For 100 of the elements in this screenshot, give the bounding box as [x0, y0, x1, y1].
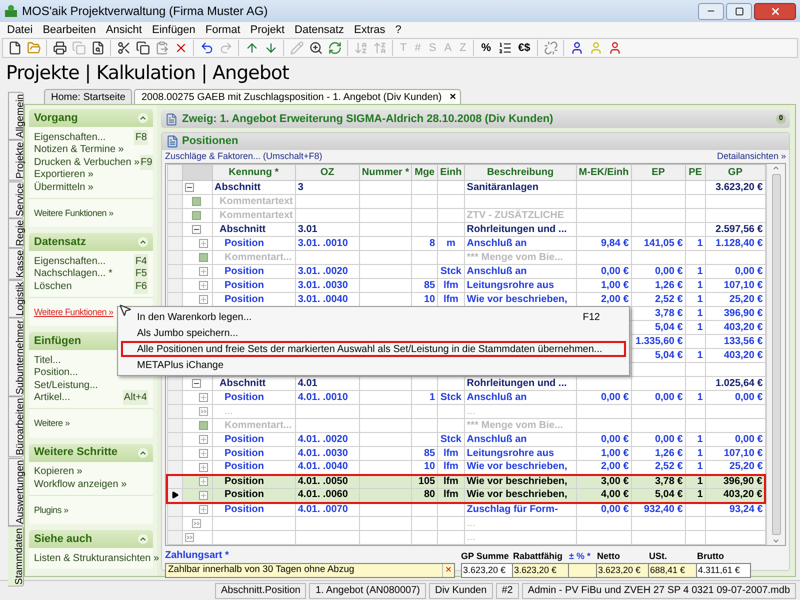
menu-item[interactable]: Einfügen [146, 22, 200, 38]
context-menu-item[interactable]: METAPlus iChange [121, 357, 626, 373]
maximize-button[interactable] [726, 2, 752, 20]
panel-header[interactable]: Weitere Schritte [29, 444, 153, 462]
sidebar-link[interactable]: Löschen [34, 278, 72, 294]
close-button[interactable] [754, 2, 796, 20]
table-row[interactable]: Abschnitt 3 Sanitäranlagen 3.623,20 € [167, 180, 766, 194]
table-row[interactable]: Position 4.01. .0010 1 Stck Anschluß an 0,00 € 0,00 € 1 0,00 € [167, 390, 766, 404]
collapse-icon[interactable] [192, 379, 200, 388]
side-tab[interactable]: Allgemein [8, 92, 24, 140]
sidebar-link[interactable]: Übermitteln » [34, 180, 94, 195]
table-cell: Sanitäranlagen [466, 182, 538, 192]
table-cell: Stck [440, 434, 462, 444]
panel-title: Datensatz [34, 234, 86, 250]
menu-item[interactable]: Datei [2, 22, 38, 38]
sidebar-link[interactable]: Notizen & Termine » [34, 142, 124, 158]
side-tab[interactable]: Projekte [8, 140, 24, 181]
menu-item[interactable]: Ansicht [100, 22, 147, 38]
positions-icon [166, 134, 179, 148]
column-header[interactable]: Kennung * [212, 164, 296, 180]
sidebar-link[interactable]: Listen & Strukturansichten » [34, 550, 160, 566]
total-field: 3.623,20 € [461, 563, 513, 578]
position-icon [198, 462, 208, 472]
menu-item[interactable]: Format [200, 22, 246, 38]
close-tab-button[interactable]: × [448, 89, 462, 104]
collapse-icon[interactable] [138, 237, 148, 247]
sidebar-link[interactable]: Position... [34, 365, 78, 380]
sidebar-link[interactable]: Kopieren » [34, 464, 82, 480]
sidebar-link[interactable]: Set/Leistung... [34, 378, 98, 393]
detail-views-link[interactable]: Detailansichten » [716, 150, 786, 163]
side-tab[interactable]: Service [8, 180, 24, 218]
table-row[interactable]: Position 4.01. .0050 105 lfm Wie vor beschrieben, 3,00 € 3,78 € 1 396,90 € [167, 474, 766, 488]
table-row[interactable]: Position 3.01. .0010 8 m Anschluß an 9,84 € 141,05 € 1 1.128,40 € [167, 236, 766, 250]
menu-item[interactable]: Extras [349, 22, 390, 38]
sidebar-link[interactable]: Nachschlagen... * [34, 266, 112, 282]
payment-field[interactable]: Zahlbar innerhalb von 30 Tagen ohne Abzug × [165, 563, 455, 578]
table-cell: Position [224, 461, 264, 472]
menu-item[interactable]: Projekt [245, 22, 290, 38]
more-link[interactable]: Plugins » [34, 504, 68, 517]
panel-header[interactable]: Vorgang [29, 109, 153, 127]
side-tab[interactable]: Auswertungen [8, 458, 24, 526]
more-link[interactable]: Weitere » [34, 417, 70, 430]
more-link[interactable]: Weitere Funktionen » [34, 206, 114, 220]
context-menu-item[interactable]: Alle Positionen und freie Sets der markierten Auswahl als Set/Leistung in die Stammdaten übernehmen... [121, 341, 626, 357]
menu-item[interactable]: Datensatz [290, 22, 350, 38]
table-row[interactable]: Position 3.01. .0030 85 lfm Leitungsrohre aus 1,00 € 1,26 € 1 107,10 € [167, 278, 766, 292]
total-field[interactable]: 3.623,20 € [513, 563, 569, 578]
side-tab[interactable]: Logistik [8, 280, 24, 318]
side-tab[interactable]: Subunternehmer [8, 318, 24, 396]
scrollbar[interactable] [766, 164, 785, 545]
table-row[interactable]: Abschnitt 4.01 Rohrleitungen und ... 1.025,64 € [167, 376, 766, 390]
collapse-icon[interactable] [138, 534, 148, 544]
surcharges-link[interactable]: Zuschläge & Faktoren... (Umschalt+F8) [165, 150, 322, 163]
scroll-down-icon[interactable] [772, 537, 780, 545]
table-row[interactable]: Position 4.01. .0030 85 lfm Leitungsrohre aus 1,00 € 1,26 € 1 107,10 € [167, 446, 766, 460]
sidebar-link[interactable]: Eigenschaften... [34, 254, 106, 269]
sidebar-link[interactable]: Drucken & Verbuchen » [34, 154, 140, 170]
total-field[interactable]: 3.623,20 € [597, 563, 649, 578]
side-tab[interactable]: Regie [8, 218, 24, 248]
panel-header[interactable]: Datensatz [29, 233, 153, 251]
sidebar-link[interactable]: Exportieren » [34, 167, 94, 182]
document-tab[interactable]: Home: Startseite [44, 89, 132, 104]
collapse-icon[interactable] [138, 448, 148, 458]
menu-item[interactable]: Bearbeiten [38, 22, 101, 38]
menu-item[interactable]: ? [390, 22, 406, 38]
more-link[interactable]: Weitere Funktionen » [34, 306, 114, 319]
table-cell: 25,20 € [729, 461, 763, 472]
table-cell: 0,00 € [600, 266, 629, 276]
sidebar-link[interactable]: Eigenschaften... [34, 130, 106, 145]
table-cell: Anschluß an [466, 434, 527, 444]
table-row[interactable]: Position 3.01. .0040 10 lfm Wie vor beschrieben, 2,00 € 2,52 € 1 25,20 € [167, 292, 766, 306]
collapse-icon[interactable] [184, 183, 194, 192]
total-field[interactable]: 688,41 € [649, 563, 697, 578]
total-label: ± % * [569, 550, 592, 562]
column-header[interactable]: Beschreibung [464, 164, 576, 180]
total-field[interactable] [569, 563, 597, 578]
table-row[interactable]: Position 4.01. .0020 Stck Anschluß an 0,00 € 0,00 € 1 0,00 € [167, 432, 766, 446]
table-cell: Wie vor beschrieben, [466, 461, 568, 472]
table-row[interactable]: Abschnitt 3.01 Rohrleitungen und ... 2.597,56 € [167, 222, 766, 236]
sidebar-link[interactable]: Workflow anzeigen » [34, 476, 127, 492]
position-icon [198, 505, 208, 514]
table-cell: 403,20 € [724, 322, 763, 332]
sidebar-link[interactable]: Titel... [34, 352, 61, 368]
more-icon [198, 407, 208, 416]
side-tab[interactable]: Kasse [8, 248, 24, 280]
collapse-icon[interactable] [192, 225, 200, 234]
clear-button[interactable]: × [442, 564, 454, 577]
panel-header[interactable]: Siehe auch [29, 530, 153, 548]
scroll-up-icon[interactable] [772, 164, 780, 172]
toolbar-button[interactable]: % [477, 39, 496, 57]
table-row[interactable]: Position 4.01. .0040 10 lfm Wie vor beschrieben, 2,00 € 2,52 € 1 25,20 € [167, 460, 766, 474]
side-tab[interactable]: Stammdaten [8, 526, 24, 586]
table-row[interactable]: Position 4.01. .0060 80 lfm Wie vor beschrieben, 4,00 € 5,04 € 1 403,20 € [167, 488, 766, 502]
sidebar-link[interactable]: Artikel... [34, 390, 70, 406]
table-row[interactable]: Position 3.01. .0020 Stck Anschluß an 0,00 € 0,00 € 1 0,00 € [167, 264, 766, 278]
document-tab[interactable]: 2008.00275 GAEB mit Zuschlagsposition - 1. Angebot (Div Kunden) [134, 89, 448, 104]
status-field: #2 [496, 582, 519, 598]
side-tab[interactable]: Büroarbeiten [8, 396, 24, 458]
collapse-icon[interactable] [138, 113, 148, 123]
toolbar-button[interactable]: €$ [514, 39, 534, 57]
